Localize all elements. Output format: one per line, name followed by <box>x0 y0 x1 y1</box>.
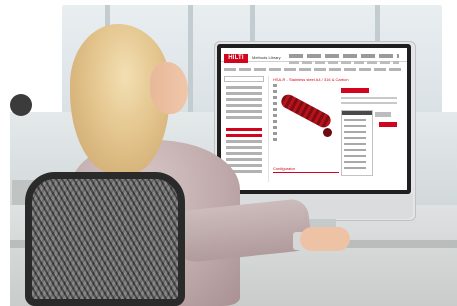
option-row <box>341 97 397 99</box>
sidebar-item <box>226 116 262 119</box>
sidebar-search-input <box>224 76 264 82</box>
woman-hand <box>300 227 350 251</box>
hilti-logo: HILTI <box>224 54 248 63</box>
dropdown-option <box>344 149 366 151</box>
dropdown-option <box>344 137 366 139</box>
configurator-label: Configurator <box>273 166 296 171</box>
mesh-office-chair <box>25 172 185 306</box>
sidebar-item <box>226 140 262 143</box>
app-title: Methods Library <box>252 55 281 60</box>
primary-button <box>341 88 369 93</box>
header-subnav <box>289 61 399 64</box>
dropdown-option <box>344 131 366 133</box>
background-person <box>10 94 32 116</box>
sidebar-item <box>226 110 262 113</box>
dropdown-option <box>344 119 366 121</box>
dropdown-option <box>344 155 366 157</box>
sidebar-item-active <box>226 128 262 131</box>
secondary-button <box>375 112 391 117</box>
sidebar-item <box>226 98 262 101</box>
sidebar-item <box>226 158 262 161</box>
option-row <box>341 102 397 104</box>
header-links <box>289 54 399 58</box>
breadcrumb <box>224 68 404 71</box>
sidebar-item <box>226 104 262 107</box>
dropdown-option <box>344 167 366 169</box>
sidebar-item <box>226 152 262 155</box>
anchor-bolt-tip <box>323 128 332 137</box>
office-photo: HILTI Methods Library HSA-R - Stainless … <box>0 0 457 306</box>
sidebar <box>224 76 269 182</box>
dropdown-option <box>344 125 366 127</box>
product-title: HSA-R - Stainless steel A4 / 316 & Carbo… <box>273 77 349 82</box>
options-panel <box>341 88 403 186</box>
dropdown-header <box>342 111 372 115</box>
sidebar-item <box>226 146 262 149</box>
sidebar-item <box>226 86 262 89</box>
dropdown-option <box>344 143 366 145</box>
tool-icons <box>273 84 277 144</box>
options-dropdown <box>341 110 373 176</box>
sidebar-item <box>226 164 262 167</box>
configurator-divider <box>273 172 339 173</box>
dropdown-option <box>344 161 366 163</box>
red-badge <box>379 122 397 127</box>
sidebar-item <box>226 92 262 95</box>
anchor-bolt-image <box>278 92 334 130</box>
app-header: HILTI Methods Library <box>221 48 407 63</box>
monitor-screen: HILTI Methods Library HSA-R - Stainless … <box>221 48 407 190</box>
sidebar-item-active <box>226 134 262 137</box>
